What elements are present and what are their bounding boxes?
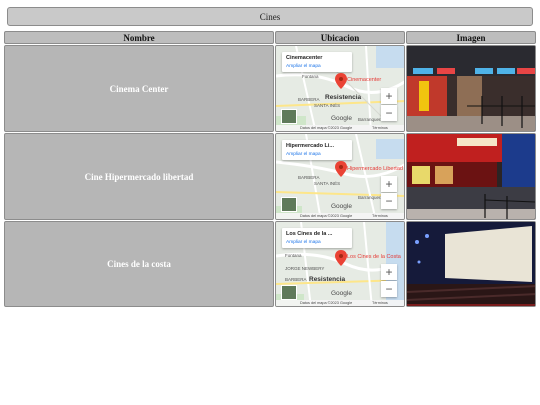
theater-screen-image	[406, 221, 536, 307]
google-logo: Google	[331, 290, 352, 297]
map-pin-icon[interactable]	[335, 250, 347, 266]
place-label: SANTA INÉS	[314, 181, 341, 186]
map-attribution: Datos del mapa ©2023 Google	[300, 126, 353, 130]
map-pin-icon[interactable]	[335, 73, 347, 89]
zoom-out-button[interactable]: −	[381, 105, 397, 121]
enlarge-map-link[interactable]: Ampliar el mapa	[286, 64, 321, 69]
place-label: BARBERA	[298, 175, 320, 180]
map-pin-icon[interactable]	[335, 161, 347, 177]
satellite-toggle[interactable]	[281, 197, 297, 212]
terms-link[interactable]: Términos	[372, 214, 388, 218]
zoom-out-button[interactable]: −	[381, 281, 397, 297]
header-nombre: Nombre	[4, 31, 274, 44]
row-3-name: Cines de la costa	[4, 221, 274, 307]
map-footer: Datos del mapa ©2023 Google Términos	[276, 300, 404, 306]
pin-label: Cinemacenter	[347, 77, 382, 83]
city-label: Resistencia	[309, 276, 346, 283]
enlarge-map-link[interactable]: Ampliar el mapa	[286, 152, 321, 157]
google-logo: Google	[331, 115, 352, 122]
map-info-card: Hipermercado Li... Ampliar el mapa	[282, 140, 352, 160]
zoom-in-button[interactable]: +	[381, 88, 397, 104]
google-logo: Google	[331, 203, 352, 210]
satellite-toggle[interactable]	[281, 285, 297, 300]
map-card-title: Los Cines de la ...	[286, 231, 333, 237]
place-label: BARBERA	[298, 97, 320, 102]
terms-link[interactable]: Términos	[372, 126, 388, 130]
row-3-map[interactable]: Los Cines de la ... Ampliar el mapa Font…	[275, 221, 405, 307]
cinema-lobby-image	[406, 45, 536, 132]
place-label: JORGE NEWBERY	[285, 266, 325, 271]
place-label: Fontana	[285, 253, 302, 258]
zoom-out-button[interactable]: −	[381, 193, 397, 209]
map-card-title: Cinemacenter	[286, 55, 323, 61]
map-attribution: Datos del mapa ©2023 Google	[300, 301, 353, 305]
row-1-name: Cinema Center	[4, 45, 274, 132]
map-info-card: Los Cines de la ... Ampliar el mapa	[282, 228, 352, 248]
pin-label: Hipermercado Libertad	[347, 166, 403, 172]
enlarge-map-link[interactable]: Ampliar el mapa	[286, 240, 321, 245]
map-footer: Datos del mapa ©2023 Google Términos	[276, 213, 404, 219]
satellite-toggle[interactable]	[281, 109, 297, 124]
map-attribution: Datos del mapa ©2023 Google	[300, 214, 353, 218]
row-2-name: Cine Hipermercado libertad	[4, 133, 274, 220]
map-info-card: Cinemacenter Ampliar el mapa	[282, 52, 352, 72]
table-title: Cines	[7, 7, 533, 26]
terms-link[interactable]: Términos	[372, 301, 388, 305]
pin-label: Los Cines de la Costa	[347, 254, 401, 260]
place-label: SANTA INÉS	[314, 103, 341, 108]
row-1-map[interactable]: Cinemacenter Ampliar el mapa Fontana BAR…	[275, 45, 405, 132]
zoom-in-button[interactable]: +	[381, 176, 397, 192]
header-imagen: Imagen	[406, 31, 536, 44]
city-label: Resistencia	[325, 94, 362, 101]
map-footer: Datos del mapa ©2023 Google Términos	[276, 125, 404, 131]
header-ubicacion: Ubicacion	[275, 31, 405, 44]
place-label: Fontana	[302, 74, 319, 79]
place-label: BARBERA	[285, 277, 307, 282]
map-card-title: Hipermercado Li...	[286, 143, 334, 149]
concession-counter-image	[406, 133, 536, 220]
row-2-map[interactable]: Hipermercado Li... Ampliar el mapa BARBE…	[275, 133, 405, 220]
zoom-in-button[interactable]: +	[381, 264, 397, 280]
